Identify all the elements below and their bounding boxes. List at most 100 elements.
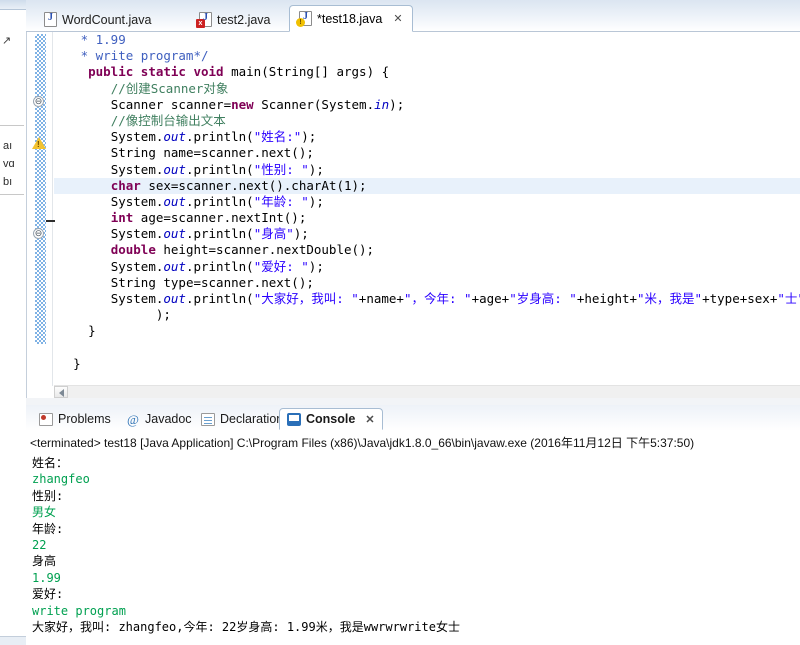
code-token: System. <box>110 129 164 145</box>
code-token: ); <box>308 258 324 274</box>
code-token: System. <box>110 291 164 306</box>
explorer-arrow-icon: ↗ <box>2 35 12 47</box>
code-line[interactable]: ); <box>54 307 800 323</box>
code-token: .println( <box>185 161 254 177</box>
tab-declaration[interactable]: Declaration <box>194 408 290 430</box>
scrollbar-thumb[interactable] <box>54 386 68 398</box>
console-output[interactable]: 姓名： zhangfeo 性别: 男女 年龄: 22 身高 1.99 爱好: write prog… <box>26 451 800 639</box>
code-line[interactable]: public static void main(String[] args) { <box>54 64 800 80</box>
code-token: //创建Scanner对象 <box>110 80 229 96</box>
code-line[interactable]: String type=scanner.next(); <box>54 275 800 291</box>
code-token: "，今年: " <box>403 291 472 306</box>
code-token: public static void <box>88 64 232 80</box>
console-line: write program <box>32 603 126 618</box>
editor-gutter[interactable]: ⊖ ⊖ <box>27 32 55 386</box>
code-line[interactable]: Scanner scanner=new Scanner(System.in); <box>54 97 800 113</box>
editor-horizontal-scrollbar[interactable] <box>54 385 800 398</box>
explorer-row-1[interactable]: aı <box>3 140 12 152</box>
java-file-warning-icon: ! <box>296 11 312 27</box>
declaration-icon <box>201 412 215 426</box>
source-code[interactable]: * 1.99 * write program*/ public static v… <box>54 32 800 386</box>
code-token: +height+ <box>576 291 638 306</box>
code-token: +name+ <box>358 291 404 306</box>
editor-body: ⊖ ⊖ * 1.99 * write program*/ public stat… <box>26 32 800 398</box>
java-file-error-icon: x <box>196 12 212 28</box>
code-token: "米，我是" <box>637 291 703 306</box>
code-line[interactable]: System.out.println("年龄: "); <box>54 194 800 210</box>
fold-toggle-icon[interactable]: ⊖ <box>33 228 44 239</box>
code-token: +type+sex+ <box>702 291 778 306</box>
javadoc-icon: @ <box>127 411 139 427</box>
code-token: //像控制台输出文本 <box>110 112 226 128</box>
code-line[interactable]: double height=scanner.nextDouble(); <box>54 242 800 258</box>
console-line: 男女 <box>32 505 57 520</box>
explorer-row-3[interactable]: bı <box>3 176 12 188</box>
code-token: Scanner(System. <box>253 96 375 112</box>
editor-tab-test2[interactable]: x test2.java <box>189 7 281 32</box>
explorer-bottom-edge <box>0 636 26 645</box>
code-token: ); <box>301 129 317 145</box>
code-line[interactable]: * 1.99 <box>54 32 800 48</box>
code-token: String type=scanner.next(); <box>110 274 314 290</box>
code-line[interactable]: System.out.println("爱好: "); <box>54 259 800 275</box>
console-line: 年龄: <box>32 521 64 536</box>
editor-tab-label: WordCount.java <box>62 12 152 27</box>
console-line: 大家好，我叫: zhangfeo,今年: 22岁身高: 1.99米，我是wwrw… <box>32 619 460 634</box>
code-line[interactable]: * write program*/ <box>54 48 800 64</box>
explorer-row-2[interactable]: vɑ <box>3 158 15 170</box>
problems-icon <box>39 412 53 426</box>
code-token: double <box>110 242 156 258</box>
tab-label: Console <box>306 412 356 426</box>
code-token: ); <box>389 96 405 112</box>
code-line[interactable]: System.out.println("性别: "); <box>54 162 800 178</box>
explorer-tab-edge <box>0 0 26 10</box>
code-token: } <box>73 355 81 371</box>
code-line[interactable]: char sex=scanner.next().charAt(1); <box>54 177 800 194</box>
fold-toggle-icon[interactable]: ⊖ <box>33 96 44 107</box>
code-token: Scanner scanner= <box>110 96 232 112</box>
code-token: "身高" <box>253 226 294 242</box>
editor-tab-wordcount[interactable]: WordCount.java <box>34 7 161 32</box>
editor-tab-label: *test18.java <box>317 11 383 26</box>
console-line: 性别: <box>32 488 64 503</box>
close-icon[interactable]: ✕ <box>365 413 374 426</box>
code-line[interactable] <box>54 340 800 356</box>
warning-icon[interactable] <box>32 137 46 149</box>
error-badge-icon: x <box>196 19 205 28</box>
code-token: .println( <box>185 291 254 306</box>
package-explorer-edge: ↗ aı vɑ bı <box>0 0 26 645</box>
tab-javadoc[interactable]: @ Javadoc <box>119 408 199 430</box>
editor-tab-test18[interactable]: ! *test18.java ✕ <box>289 5 413 32</box>
console-line: 身高 <box>32 554 57 569</box>
code-line[interactable]: } <box>54 356 800 372</box>
tab-problems[interactable]: Problems <box>32 408 118 430</box>
code-token: System. <box>110 258 164 274</box>
code-token: "大家好，我叫: " <box>253 291 359 306</box>
editor-area: WordCount.java x test2.java ! *test18.ja… <box>26 0 800 398</box>
code-token: out <box>163 226 186 242</box>
tab-console[interactable]: Console ✕ <box>279 408 383 430</box>
warning-badge-icon: ! <box>296 18 305 27</box>
code-line[interactable]: //创建Scanner对象 <box>54 81 800 97</box>
code-line[interactable]: System.out.println("姓名:"); <box>54 129 800 145</box>
scroll-left-arrow-icon[interactable] <box>59 389 64 397</box>
view-separator <box>26 398 800 405</box>
code-line[interactable]: } <box>54 323 800 339</box>
tab-label: Declaration <box>220 412 284 426</box>
console-line: zhangfeo <box>32 472 90 487</box>
code-token: age=scanner.nextInt(); <box>133 210 307 226</box>
close-icon[interactable]: ✕ <box>393 12 402 25</box>
terminated-process-line: <terminated> test18 [Java Application] C… <box>30 436 695 450</box>
code-token: out <box>163 258 186 274</box>
code-token: System. <box>110 161 164 177</box>
code-line[interactable]: String name=scanner.next(); <box>54 145 800 161</box>
code-line[interactable]: System.out.println("身高"); <box>54 226 800 242</box>
code-token: out <box>163 129 186 145</box>
code-line[interactable]: //像控制台输出文本 <box>54 113 800 129</box>
code-line[interactable]: System.out.println("大家好，我叫: "+name+"，今年:… <box>54 291 800 307</box>
code-line[interactable]: int age=scanner.nextInt(); <box>54 210 800 226</box>
code-token: new <box>231 96 254 112</box>
code-token: int <box>110 210 134 226</box>
code-token: "年龄: " <box>253 193 309 209</box>
code-token: System. <box>110 193 164 209</box>
